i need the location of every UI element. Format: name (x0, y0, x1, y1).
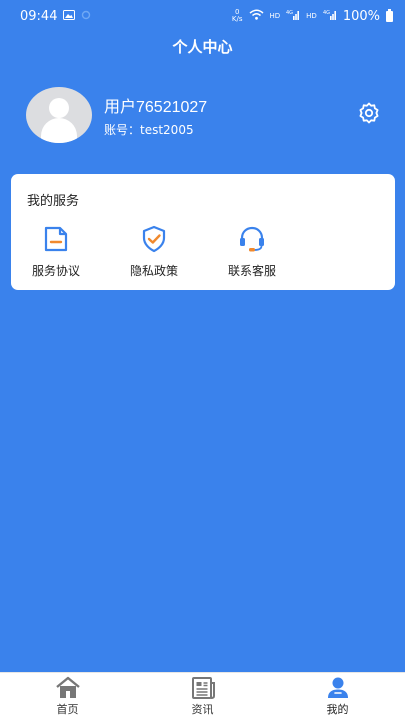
sync-icon (81, 9, 91, 24)
username: 用户76521027 (104, 99, 208, 116)
hd-indicator-1: HD (269, 11, 281, 20)
status-left: 09:44 (20, 9, 91, 24)
page-title: 个人中心 (172, 38, 233, 56)
gear-icon (359, 102, 379, 124)
status-bar: 09:44 0 K/s HD 4G HD 4G 100% (0, 0, 405, 32)
svg-text:4G: 4G (286, 10, 293, 16)
privacy-policy-button[interactable]: 隐私政策 (116, 224, 192, 279)
service-agreement-button[interactable]: 服务协议 (18, 224, 94, 279)
avatar-head (49, 98, 69, 118)
wifi-icon (249, 9, 264, 24)
network-speed: 0 K/s (232, 9, 243, 23)
avatar[interactable] (26, 87, 92, 143)
news-icon (190, 676, 216, 700)
nav-item-home[interactable]: 首页 (18, 676, 118, 717)
settings-button[interactable] (357, 101, 381, 125)
signal-icon-2: 4G (323, 9, 337, 24)
nav-label-news: 资讯 (191, 703, 214, 716)
home-icon (55, 676, 81, 700)
signal-icon-1: 4G (286, 9, 300, 24)
privacy-policy-label: 隐私政策 (129, 264, 178, 278)
status-right: 0 K/s HD 4G HD 4G 100% (232, 8, 393, 24)
account-id: 账号：test2005 (104, 123, 194, 137)
shield-check-icon (139, 224, 169, 254)
nav-item-mine[interactable]: 我的 (288, 676, 388, 717)
service-agreement-label: 服务协议 (31, 264, 80, 278)
services-title: 我的服务 (27, 194, 80, 209)
contact-support-button[interactable]: 联系客服 (214, 224, 290, 279)
nav-label-home: 首页 (56, 703, 79, 716)
headset-icon (237, 224, 267, 254)
speed-unit: K/s (231, 15, 243, 23)
nav-label-mine: 我的 (326, 703, 349, 716)
bottom-nav: 首页 资讯 我的 (0, 672, 405, 720)
status-time: 09:44 (20, 8, 58, 24)
hd-indicator-2: HD (306, 11, 317, 20)
document-icon (41, 224, 71, 254)
avatar-body (41, 118, 77, 143)
contact-support-label: 联系客服 (227, 264, 276, 278)
svg-text:4G: 4G (323, 10, 330, 16)
profile-section: 用户76521027 账号：test2005 (26, 87, 381, 143)
image-icon (63, 9, 76, 24)
battery-percent: 100% (342, 8, 380, 24)
person-icon (325, 676, 351, 700)
services-card: 我的服务 服务协议 隐私政策 联系客服 (11, 174, 395, 290)
battery-icon (386, 8, 393, 22)
nav-item-news[interactable]: 资讯 (153, 676, 253, 717)
